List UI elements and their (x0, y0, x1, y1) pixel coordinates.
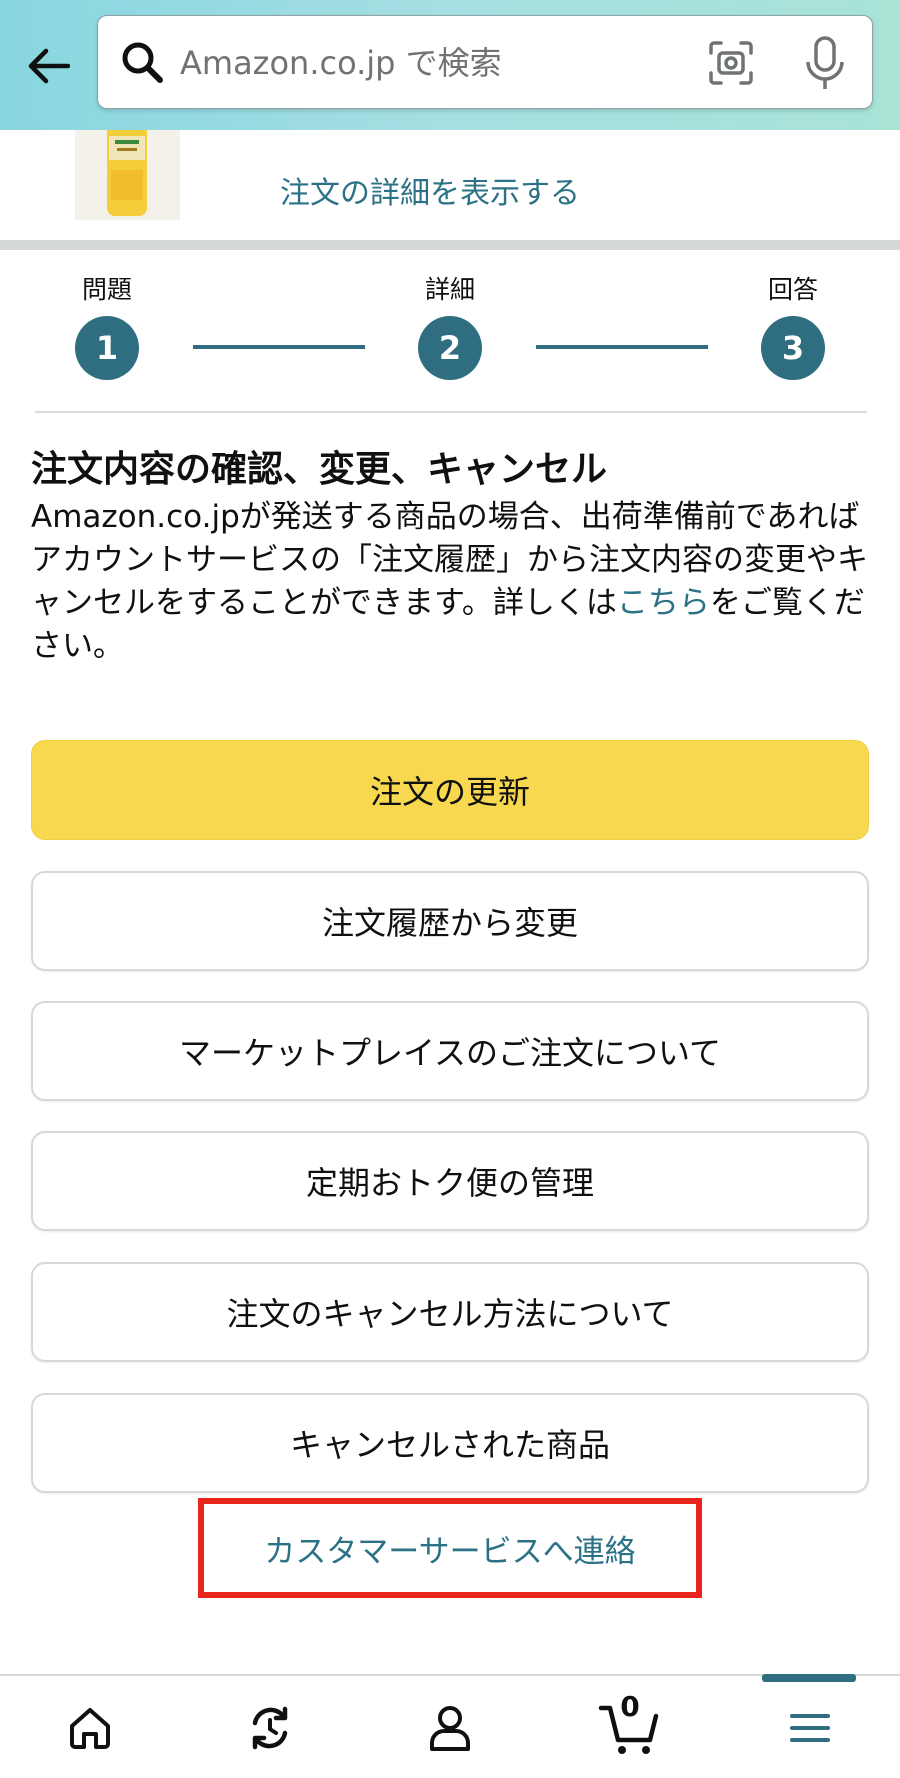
update-order-button[interactable]: 注文の更新 (31, 740, 869, 840)
step-label-problem: 問題 (81, 275, 132, 304)
product-thumbnail (75, 130, 180, 220)
order-details-link[interactable]: 注文の詳細を表示する (280, 168, 580, 212)
step-connector (536, 345, 708, 349)
step-label-details: 詳細 (424, 275, 475, 304)
microphone-icon[interactable] (800, 34, 850, 92)
back-button[interactable] (22, 40, 74, 92)
home-icon (70, 1708, 110, 1749)
arrow-left-icon (28, 48, 70, 84)
nav-account[interactable] (390, 1676, 510, 1778)
order-preview: 注文の詳細を表示する (0, 130, 900, 240)
nav-home[interactable] (30, 1676, 150, 1778)
divider (35, 411, 867, 413)
nav-menu[interactable] (750, 1676, 870, 1778)
nav-reorder[interactable] (210, 1676, 330, 1778)
contact-customer-service-link[interactable]: カスタマーサービスへ連絡 (264, 1526, 635, 1571)
here-link[interactable]: こちら (617, 585, 710, 621)
account-icon (430, 1706, 470, 1751)
change-from-order-history-button[interactable]: 注文履歴から変更 (31, 871, 869, 971)
contact-highlight-box: カスタマーサービスへ連絡 (198, 1498, 702, 1598)
step-circle-1: 1 (75, 316, 139, 380)
refresh-icon (252, 1706, 288, 1750)
section-title: 注文内容の確認、変更、キャンセル (31, 449, 608, 490)
search-box[interactable] (97, 15, 873, 109)
cancelled-items-button[interactable]: キャンセルされた商品 (31, 1393, 869, 1493)
nav-cart[interactable]: 0 (570, 1676, 690, 1778)
cart-count-badge: 0 (620, 1690, 640, 1723)
top-search-bar (0, 0, 900, 130)
marketplace-orders-button[interactable]: マーケットプレイスのご注文について (31, 1001, 869, 1101)
step-circle-3: 3 (761, 316, 825, 380)
subscribe-save-button[interactable]: 定期おトク便の管理 (31, 1131, 869, 1231)
section-description: Amazon.co.jpが発送する商品の場合、出荷準備前であればアカウントサービ… (31, 496, 871, 668)
menu-icon (790, 1714, 830, 1742)
camera-scan-icon[interactable] (706, 38, 756, 88)
how-to-cancel-button[interactable]: 注文のキャンセル方法について (31, 1262, 869, 1362)
bottom-navigation: 0 (0, 1674, 900, 1778)
search-input[interactable] (180, 36, 640, 90)
step-connector (193, 345, 365, 349)
section-divider (0, 240, 900, 250)
search-icon (122, 42, 163, 83)
step-label-answer: 回答 (767, 275, 818, 304)
step-circle-2: 2 (418, 316, 482, 380)
